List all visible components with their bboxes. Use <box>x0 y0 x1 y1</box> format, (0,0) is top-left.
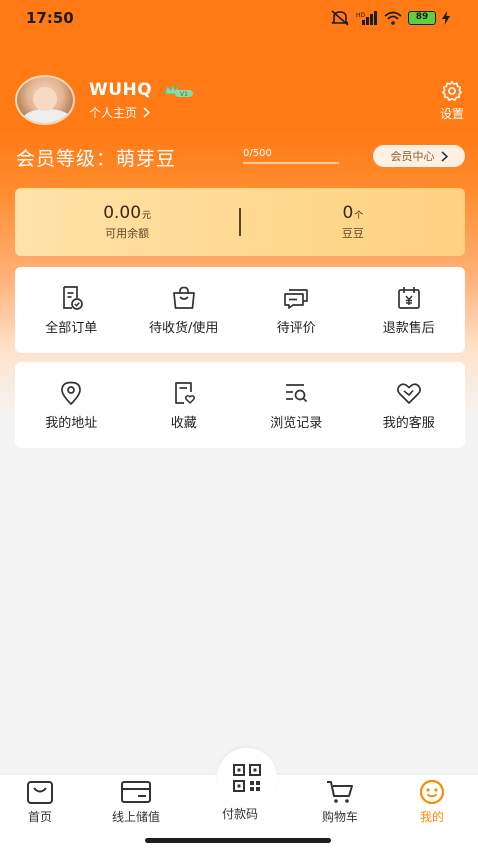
nav-mine[interactable]: 我的 <box>418 779 446 825</box>
settings-label: 设置 <box>439 107 464 121</box>
location-pin-icon <box>61 381 82 405</box>
cart-icon <box>327 781 353 803</box>
chevron-right-icon <box>440 150 448 162</box>
favorites-button[interactable]: 收藏 <box>134 380 234 431</box>
mute-icon <box>331 10 349 26</box>
beans-amount: 0个 <box>342 203 364 223</box>
member-center-label: 会员中心 <box>390 150 435 163</box>
refund-icon <box>397 286 420 309</box>
balance-card: 0.00元 可用余额 0个 豆豆 <box>15 188 465 256</box>
balance-beans[interactable]: 0个 豆豆 <box>241 203 465 241</box>
my-address-button[interactable]: 我的地址 <box>21 380 121 431</box>
beans-label: 豆豆 <box>341 227 364 240</box>
shopping-bag-nav-icon <box>27 781 53 804</box>
beans-unit: 个 <box>354 211 364 221</box>
homepage-link[interactable]: 个人主页 <box>89 104 151 121</box>
balance-label: 可用余额 <box>105 227 150 240</box>
homepage-label: 个人主页 <box>89 106 138 120</box>
favorite-icon <box>174 381 195 404</box>
member-progress-text: 0/500 <box>243 148 272 159</box>
username: WUHQ <box>89 80 153 100</box>
services-card: 我的地址 收藏 浏览记录 我的客服 <box>15 362 465 448</box>
browse-history-button[interactable]: 浏览记录 <box>246 380 346 431</box>
svg-text:V1: V1 <box>180 91 188 98</box>
nav-cart[interactable]: 购物车 <box>322 779 358 825</box>
battery-icon: 89 <box>408 11 436 25</box>
nav-cart-label: 购物车 <box>322 810 359 824</box>
vip-badge: V1 <box>164 83 194 102</box>
smiley-icon <box>419 779 445 805</box>
pending-review-label: 待评价 <box>276 320 316 336</box>
paycode-button-circle[interactable] <box>217 748 277 808</box>
refund-label: 退款售后 <box>382 320 435 336</box>
member-progress-bar <box>243 162 339 164</box>
history-search-icon <box>286 383 308 402</box>
charging-icon <box>442 11 450 25</box>
member-level: 会员等级：萌芽豆 <box>16 148 177 170</box>
wifi-icon <box>384 11 402 25</box>
customer-service-icon <box>396 382 421 404</box>
balance-available[interactable]: 0.00元 可用余额 <box>15 203 239 241</box>
browse-history-label: 浏览记录 <box>270 415 323 431</box>
refund-button[interactable]: 退款售后 <box>359 285 459 336</box>
order-list-icon <box>63 285 84 310</box>
card-icon <box>121 781 151 803</box>
status-icons: HD 89 <box>330 10 450 26</box>
comment-icon <box>284 288 309 309</box>
pending-receipt-label: 待收货/使用 <box>149 320 219 336</box>
nav-home-label: 首页 <box>27 810 52 824</box>
nav-mine-label: 我的 <box>419 810 444 824</box>
avatar[interactable] <box>15 75 75 125</box>
nav-online-topup[interactable]: 线上储值 <box>112 779 160 825</box>
chevron-right-icon <box>143 107 151 118</box>
settings-button[interactable]: 设置 <box>440 80 464 122</box>
all-orders-button[interactable]: 全部订单 <box>21 285 121 336</box>
balance-amount: 0.00元 <box>103 203 152 223</box>
nav-home[interactable]: 首页 <box>25 779 55 825</box>
my-address-label: 我的地址 <box>45 415 98 431</box>
favorites-label: 收藏 <box>170 415 197 431</box>
avatar-photo-face <box>33 87 57 111</box>
nav-paycode[interactable]: 付款码 <box>222 805 258 822</box>
customer-service-button[interactable]: 我的客服 <box>359 380 459 431</box>
nav-topup-label: 线上储值 <box>112 810 161 824</box>
pending-review-button[interactable]: 待评价 <box>246 285 346 336</box>
gear-icon <box>442 81 462 101</box>
balance-unit: 元 <box>142 211 152 221</box>
orders-card: 全部订单 待收货/使用 待评价 退款售后 <box>15 267 465 353</box>
avatar-photo-body <box>23 109 71 123</box>
hd-signal-icon: HD <box>356 11 377 25</box>
member-center-button[interactable]: 会员中心 <box>373 145 465 167</box>
pending-receipt-button[interactable]: 待收货/使用 <box>134 285 234 336</box>
customer-service-label: 我的客服 <box>382 415 435 431</box>
crown-icon: V1 <box>164 83 193 98</box>
qr-code-icon <box>233 764 261 792</box>
status-time: 17:50 <box>26 9 74 27</box>
svg-text:HD: HD <box>356 12 366 19</box>
shopping-bag-icon <box>172 286 195 309</box>
all-orders-label: 全部订单 <box>45 320 98 336</box>
nav-paycode-label: 付款码 <box>222 807 259 821</box>
home-indicator <box>145 838 331 843</box>
